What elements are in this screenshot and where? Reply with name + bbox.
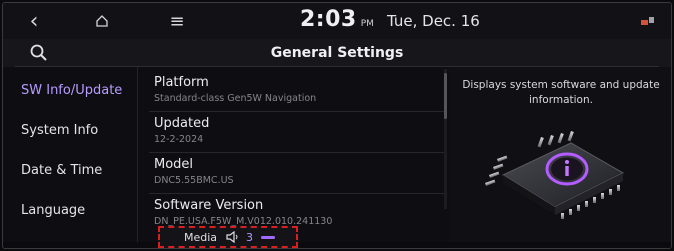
- media-volume-indicator[interactable]: Media 3: [158, 226, 298, 248]
- media-label: Media: [184, 230, 218, 244]
- info-chip-icon: [485, 131, 625, 219]
- home-icon[interactable]: [87, 3, 117, 39]
- list-item-updated[interactable]: Updated 12-2-2024: [141, 112, 447, 153]
- row-label: Updated: [154, 116, 210, 131]
- row-value: DNC5.55BMC.US: [154, 175, 234, 186]
- status-bar: ‹ ≡ 2:03 PM Tue, Dec. 16: [3, 3, 671, 39]
- page-header: General Settings: [3, 39, 671, 67]
- nav-item-date-time[interactable]: Date & Time: [3, 151, 141, 191]
- row-label: Software Version: [154, 198, 264, 213]
- signal-icon: [641, 17, 654, 25]
- nav-item-language[interactable]: Language: [3, 191, 141, 231]
- date-display: Tue, Dec. 16: [387, 12, 480, 30]
- row-value: 12-2-2024: [154, 134, 204, 145]
- menu-icon[interactable]: ≡: [163, 3, 191, 39]
- list-item-platform[interactable]: Platform Standard-class Gen5W Navigation: [141, 71, 447, 112]
- row-value: Standard-class Gen5W Navigation: [154, 93, 317, 104]
- nav-item-sw-info-update[interactable]: SW Info/Update: [3, 71, 141, 111]
- row-label: Model: [154, 157, 194, 172]
- list-scrollbar[interactable]: [444, 69, 447, 209]
- bottom-bar: [3, 242, 671, 248]
- help-panel: Displays system software and update info…: [449, 67, 671, 242]
- volume-bar: [261, 235, 276, 239]
- clock-ampm: PM: [360, 19, 374, 29]
- nav-divider: [137, 67, 138, 242]
- settings-nav: SW Info/Update System Info Date & Time L…: [3, 67, 141, 242]
- nav-item-system-info[interactable]: System Info: [3, 111, 141, 151]
- help-description: Displays system software and update info…: [462, 79, 660, 106]
- page-title: General Settings: [270, 45, 404, 61]
- speaker-icon: [226, 231, 238, 243]
- scrollbar-thumb[interactable]: [444, 73, 447, 119]
- list-item-model[interactable]: Model DNC5.55BMC.US: [141, 153, 447, 194]
- clock-time: 2:03: [300, 7, 357, 32]
- clock: 2:03 PM: [300, 7, 374, 35]
- info-list: Platform Standard-class Gen5W Navigation…: [141, 67, 447, 242]
- back-arrow-icon[interactable]: ‹: [21, 3, 47, 39]
- volume-level: 3: [246, 230, 254, 244]
- row-label: Platform: [154, 75, 209, 90]
- settings-screen: ‹ ≡ 2:03 PM Tue, Dec. 16 General Setting…: [2, 2, 672, 249]
